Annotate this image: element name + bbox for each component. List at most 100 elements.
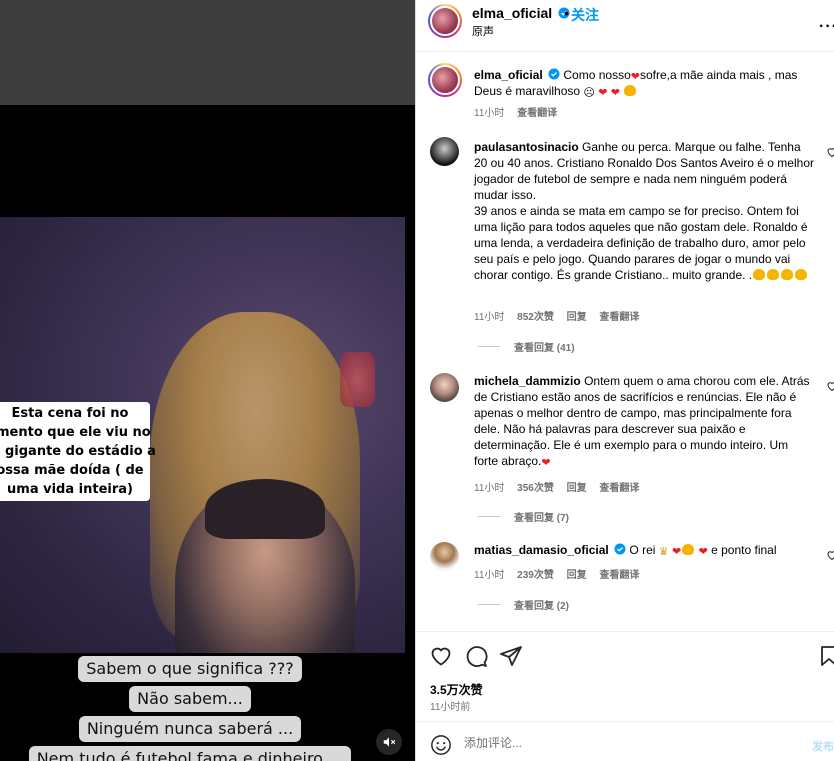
comment-text-part: O rei: [629, 543, 656, 557]
mute-icon: [383, 737, 396, 747]
translate-link[interactable]: 查看翻译: [599, 483, 639, 494]
story-overlay-text: Esta cena foi no mento que ele viu no i …: [0, 402, 156, 501]
caption-translate-link[interactable]: 查看翻译: [517, 108, 557, 119]
reply-button[interactable]: 回复: [567, 312, 587, 323]
author-avatar[interactable]: [428, 4, 462, 38]
clapping-hands-emoji: [781, 269, 794, 280]
overlay-line: i gigante do estádio a: [0, 444, 156, 459]
like-icon[interactable]: [429, 644, 453, 668]
comment-meta: 11小时 239次赞 回复 查看翻译: [474, 566, 639, 581]
replies-divider: [478, 516, 500, 517]
overlay-line: mento que ele viu no: [0, 425, 151, 440]
post-media[interactable]: Esta cena foi no mento que ele viu no i …: [0, 0, 415, 761]
crowd-flag: [340, 352, 375, 407]
commenter-username[interactable]: michela_dammizio: [474, 374, 581, 388]
red-heart-emoji: ❤: [698, 546, 708, 558]
caption-username[interactable]: elma_oficial: [474, 68, 543, 82]
comment-likes[interactable]: 356次赞: [517, 483, 554, 494]
overlay-line: ossa mãe doída ( de: [0, 463, 144, 478]
comment-meta: 11小时 852次赞 回复 查看翻译: [474, 308, 639, 323]
like-comment-icon[interactable]: [826, 380, 834, 392]
translate-link[interactable]: 查看翻译: [599, 312, 639, 323]
comment-time: 11小时: [474, 483, 505, 494]
comment-likes[interactable]: 852次赞: [517, 312, 554, 323]
view-replies-label[interactable]: 查看回复 (2): [514, 597, 569, 612]
caption-line: Ninguém nunca saberá ...: [78, 716, 302, 742]
share-icon[interactable]: [499, 644, 523, 668]
caption-avatar[interactable]: [428, 63, 462, 97]
comment-likes[interactable]: 239次赞: [517, 570, 554, 581]
red-heart-emoji: ❤: [541, 457, 551, 469]
author-username[interactable]: elma_oficial: [472, 5, 552, 21]
verified-icon: [614, 543, 626, 555]
comment-text: michela_dammizio Ontem quem o ama chorou…: [474, 373, 814, 469]
post-header: elma_oficial • 关注 原声 ···: [416, 0, 834, 52]
praying-hands-emoji: [624, 85, 637, 96]
view-replies-button[interactable]: 查看回复 (2): [478, 597, 569, 612]
caption-line: Nem tudo é futebol fama e dinheiro ...: [28, 746, 352, 761]
caption-meta: 11小时 查看翻译: [474, 104, 557, 119]
reply-button[interactable]: 回复: [567, 483, 587, 494]
replies-divider: [478, 604, 500, 605]
comment-input[interactable]: [464, 732, 784, 754]
overlay-line: Esta cena foi no: [11, 406, 129, 421]
like-comment-icon[interactable]: [826, 549, 834, 561]
replies-divider: [478, 346, 500, 347]
red-heart-emoji: ❤: [630, 71, 640, 83]
media-top-band: [0, 0, 415, 105]
comment-text: matias_damasio_oficial O rei ♛ ❤ ❤ e pon…: [474, 542, 814, 558]
caption-text: elma_oficial Como nosso❤sofre,a mãe aind…: [474, 67, 814, 99]
like-count[interactable]: 3.5万次赞: [430, 681, 483, 698]
comment-text-part: Ontem quem o ama chorou com ele. Atrás d…: [474, 374, 810, 468]
translate-link[interactable]: 查看翻译: [599, 570, 639, 581]
sad-face-emoji: ☹: [583, 87, 595, 99]
comment-time: 11小时: [474, 570, 505, 581]
follow-button[interactable]: 关注: [571, 5, 599, 25]
crown-emoji: ♛: [658, 546, 669, 558]
commenter-avatar[interactable]: [430, 373, 459, 402]
like-comment-icon[interactable]: [826, 146, 834, 158]
comment-text-part: e ponto final: [711, 543, 777, 557]
view-replies-label[interactable]: 查看回复 (7): [514, 509, 569, 524]
comment-time: 11小时: [474, 312, 505, 323]
video-caption: Sabem o que significa ??? Não sabem... N…: [28, 656, 352, 761]
post-time: 11小时前: [430, 702, 471, 713]
view-replies-label[interactable]: 查看回复 (41): [514, 339, 575, 354]
view-replies-button[interactable]: 查看回复 (7): [478, 509, 569, 524]
save-bookmark-icon[interactable]: [817, 644, 834, 668]
reply-button[interactable]: 回复: [567, 570, 587, 581]
clapping-hands-emoji: [753, 269, 766, 280]
add-comment-bar: 发布: [416, 721, 834, 761]
comments-list[interactable]: elma_oficial Como nosso❤sofre,a mãe aind…: [416, 53, 834, 631]
author-avatar-image: [430, 6, 460, 36]
commenter-username[interactable]: matias_damasio_oficial: [474, 543, 609, 557]
caption-line: Sabem o que significa ???: [78, 656, 302, 682]
comment-icon[interactable]: [464, 644, 488, 668]
clapping-hands-emoji: [795, 269, 808, 280]
red-heart-emoji: ❤: [598, 87, 608, 99]
comment-text: paulasantosinacio Ganhe ou perca. Marque…: [474, 139, 814, 283]
more-options-icon[interactable]: ···: [819, 18, 834, 36]
mute-button[interactable]: [376, 729, 402, 755]
audio-label[interactable]: 原声: [472, 23, 494, 39]
commenter-username[interactable]: paulasantosinacio: [474, 140, 579, 154]
raised-hands-emoji: [682, 544, 695, 555]
overlay-line: uma vida inteira): [7, 482, 133, 497]
view-replies-button[interactable]: 查看回复 (41): [478, 339, 575, 354]
header-separator: •: [564, 5, 569, 21]
caption-text-part: Como nosso: [563, 68, 631, 82]
verified-icon: [548, 68, 560, 80]
red-heart-emoji: ❤: [672, 546, 682, 558]
post-comment-button[interactable]: 发布: [812, 738, 834, 754]
comment-meta: 11小时 356次赞 回复 查看翻译: [474, 479, 639, 494]
clapping-hands-emoji: [767, 269, 780, 280]
author-username-wrap[interactable]: elma_oficial: [472, 5, 570, 21]
caption-avatar-image: [430, 65, 460, 95]
commenter-avatar[interactable]: [430, 542, 459, 571]
caption-line: Não sabem...: [129, 686, 251, 712]
emoji-picker-icon[interactable]: [430, 734, 452, 756]
red-heart-emoji: ❤: [610, 87, 620, 99]
caption-time: 11小时: [474, 108, 505, 119]
post-actions: 3.5万次赞 11小时前: [416, 631, 834, 721]
commenter-avatar[interactable]: [430, 137, 459, 166]
